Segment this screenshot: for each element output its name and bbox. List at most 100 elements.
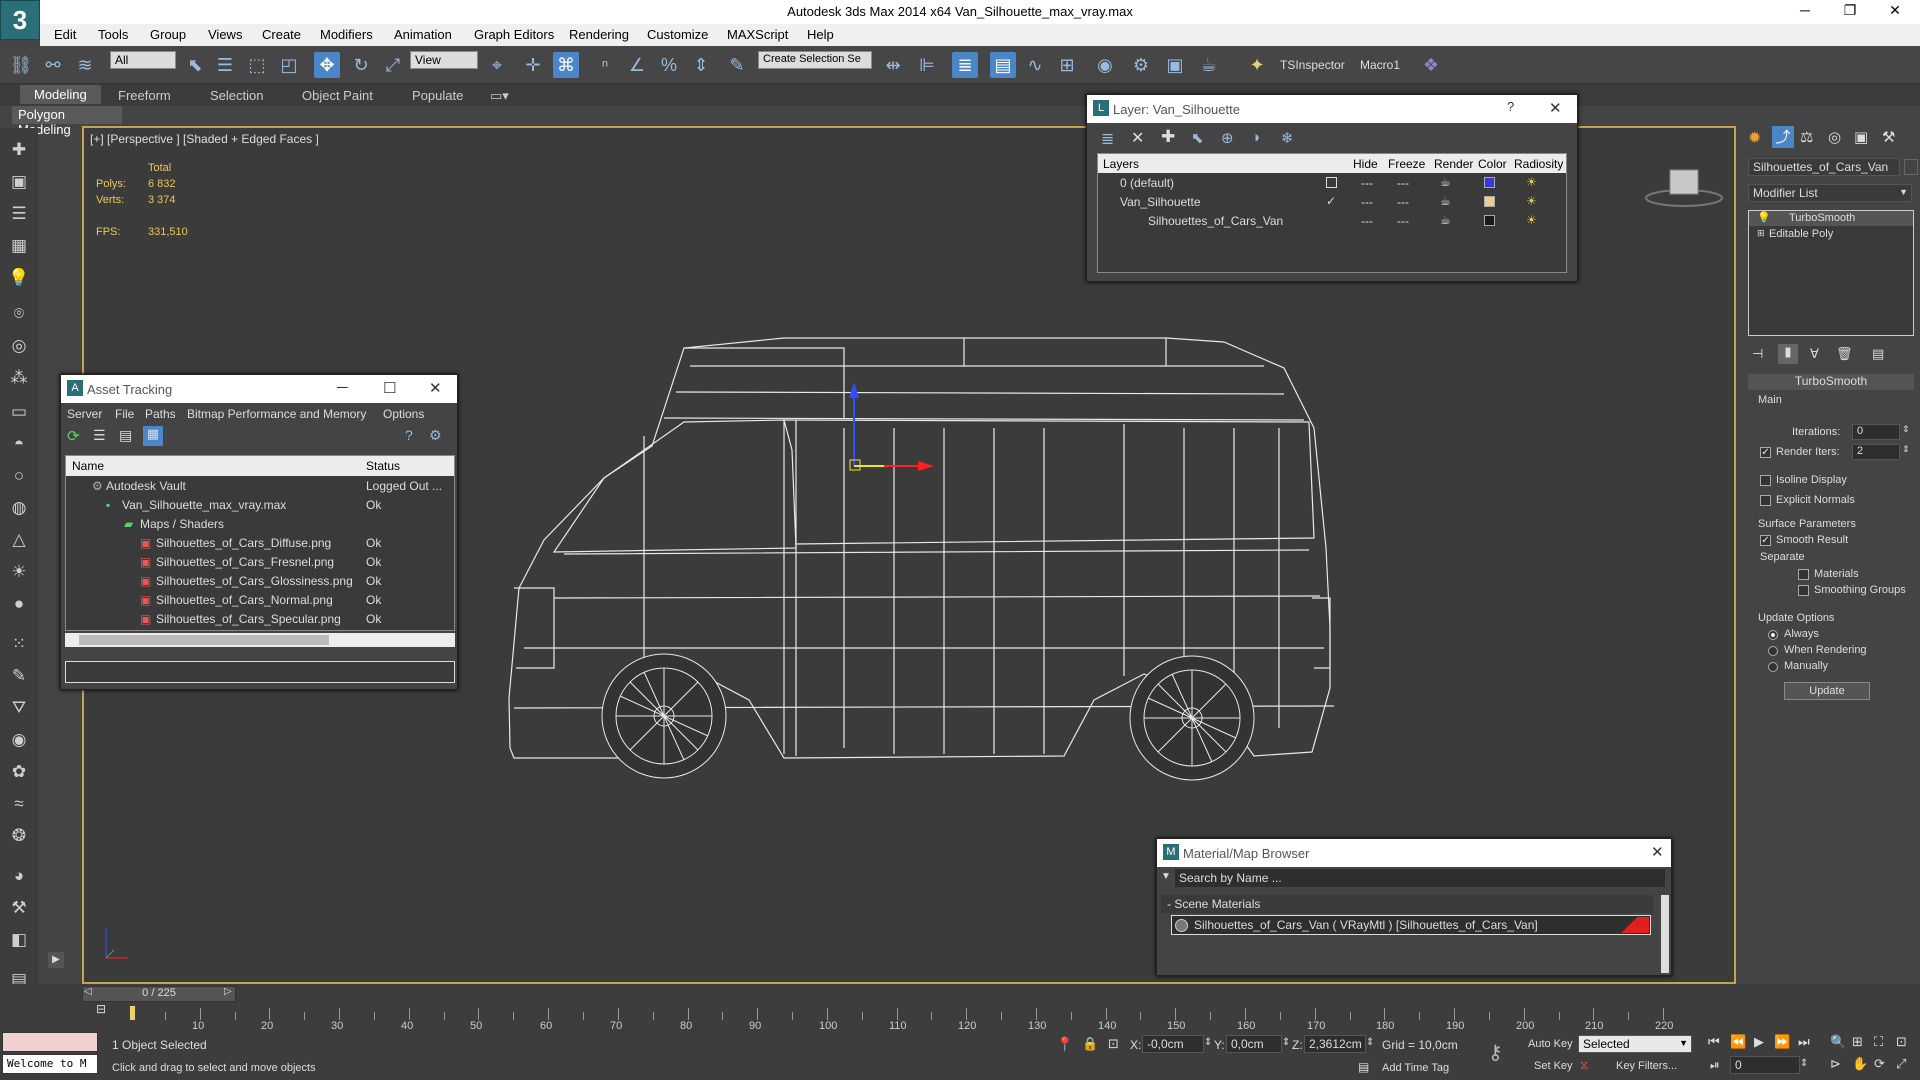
render-teapot-icon[interactable]: ☕ [1440, 213, 1451, 227]
isolate-selection-icon[interactable]: 📍 [1056, 1036, 1073, 1053]
edit-named-selection-icon[interactable]: ✎ [724, 52, 750, 78]
camera-icon[interactable]: ⌾ [6, 302, 32, 326]
menu-file[interactable]: File [115, 407, 134, 421]
reference-coordinate-dropdown[interactable]: View [410, 51, 478, 69]
timeline-track[interactable]: 10 20 30 40 50 60 70 80 90 100 110 120 130 140 150 160 1… [130, 1004, 1698, 1038]
separate-materials-checkbox[interactable] [1798, 569, 1809, 580]
field-of-view-icon[interactable]: ⊳ [1830, 1056, 1841, 1072]
layer-row[interactable]: Van_Silhouette ✓ --- --- ☕ ☀ [1098, 193, 1566, 212]
menu-edit[interactable]: Edit [54, 27, 76, 42]
render-sphere-icon[interactable]: ◕ [6, 864, 32, 888]
zoom-all-icon[interactable]: ⊞ [1852, 1034, 1863, 1050]
table-row[interactable]: ▣ Silhouettes_of_Cars_Normal.png Ok [66, 591, 454, 610]
box-icon[interactable]: ▭ [6, 400, 32, 424]
pan-icon[interactable]: ✋ [1852, 1056, 1868, 1072]
next-frame-icon[interactable]: ⏩ [1774, 1034, 1790, 1050]
menu-animation[interactable]: Animation [394, 27, 452, 42]
close-icon[interactable]: ✕ [1651, 843, 1664, 861]
show-end-result-icon[interactable]: ▮ [1778, 344, 1798, 364]
expand-toolbar-icon[interactable]: ▶ [48, 952, 64, 968]
macro-button-icon[interactable]: ❖ [1418, 52, 1444, 78]
utilities-tab-icon[interactable]: ⚒ [1882, 128, 1895, 146]
particles-icon[interactable]: ⁂ [6, 366, 32, 390]
paint-icon[interactable]: ✎ [6, 664, 32, 688]
z-coordinate-field[interactable]: 2,3612cm [1304, 1035, 1366, 1053]
globe-icon[interactable]: ◉ [6, 728, 32, 752]
tab-populate[interactable]: Populate [412, 88, 463, 103]
dot-icon[interactable]: ● [6, 592, 32, 616]
delete-layer-icon[interactable]: ✕ [1131, 128, 1144, 148]
zoom-extents-all-icon[interactable]: ⊡ [1896, 1034, 1907, 1050]
rotate-icon[interactable]: ↻ [348, 52, 374, 78]
key-mode-toggle-icon[interactable]: ⏯ [1710, 1058, 1720, 1073]
update-manually-radio[interactable] [1768, 662, 1778, 672]
sphere-icon[interactable]: ○ [6, 464, 32, 488]
update-when-rendering-radio[interactable] [1768, 646, 1778, 656]
percent-snap-icon[interactable]: % [656, 52, 682, 78]
snaps-toggle-icon[interactable]: ⁿ [592, 52, 618, 78]
menu-maxscript[interactable]: MAXScript [727, 27, 788, 42]
update-button[interactable]: Update [1784, 682, 1870, 700]
time-tag-icon[interactable]: ▤ [1358, 1060, 1369, 1074]
x-coordinate-field[interactable]: -0,0cm [1142, 1035, 1204, 1053]
key-filter-icon[interactable]: ⧖ [1580, 1058, 1588, 1073]
menu-help[interactable]: Help [807, 27, 834, 42]
unlink-icon[interactable]: ⚯ [40, 52, 66, 78]
tab-object-paint[interactable]: Object Paint [302, 88, 373, 103]
settings-icon[interactable]: ⚙ [429, 427, 442, 444]
scene-materials-header[interactable]: - Scene Materials [1161, 895, 1653, 913]
radiosity-icon[interactable]: ☀ [1526, 175, 1537, 189]
asset-path-field[interactable] [65, 661, 455, 683]
select-manipulate-icon[interactable]: ✛ [520, 52, 546, 78]
freeze-toggle[interactable]: --- [1397, 214, 1409, 228]
maxscript-listener-pink[interactable] [2, 1032, 98, 1052]
iterations-spinner[interactable]: 0 [1852, 424, 1900, 440]
layer-name[interactable]: Van_Silhouette [1120, 195, 1201, 209]
current-frame-field[interactable]: 0 [1730, 1056, 1800, 1074]
layer-row[interactable]: 0 (default) --- --- ☕ ☀ [1098, 174, 1566, 193]
minimize-icon[interactable]: ─ [337, 379, 348, 396]
table-row[interactable]: ▣ Silhouettes_of_Cars_Fresnel.png Ok [66, 553, 454, 572]
bind-spacewarp-icon[interactable]: ≋ [72, 52, 98, 78]
radiosity-icon[interactable]: ☀ [1526, 194, 1537, 208]
hide-toggle[interactable]: --- [1361, 214, 1373, 228]
render-iters-spinner[interactable]: 2 [1852, 444, 1900, 460]
expand-icon[interactable]: ⊞ [1757, 228, 1765, 239]
time-slider[interactable]: 0 / 225 [82, 986, 236, 1002]
play-icon[interactable]: ▶ [1754, 1034, 1764, 1050]
stack-item-turbosmooth[interactable]: TurboSmooth [1749, 211, 1913, 226]
material-item[interactable]: Silhouettes_of_Cars_Van ( VRayMtl ) [Sil… [1171, 915, 1651, 935]
render-iters-checkbox[interactable]: ✓ [1760, 447, 1771, 458]
schematic-view-icon[interactable]: ⊞ [1054, 52, 1080, 78]
list-icon[interactable]: ☰ [6, 202, 32, 226]
spinner-arrows-icon[interactable]: ⇕ [1282, 1037, 1290, 1048]
details-view-icon[interactable]: ▤ [119, 427, 132, 444]
window-crossing-icon[interactable]: ◰ [276, 52, 302, 78]
light-icon[interactable]: 💡 [6, 266, 32, 290]
grid-icon[interactable]: ▦ [6, 234, 32, 258]
smooth-result-checkbox[interactable]: ✓ [1760, 535, 1771, 546]
menu-modifiers[interactable]: Modifiers [320, 27, 373, 42]
app-logo-icon[interactable]: 3 [0, 0, 40, 40]
stack-item-editable-poly[interactable]: Editable Poly [1749, 227, 1913, 242]
menu-rendering[interactable]: Rendering [569, 27, 629, 42]
spinner-arrows-icon[interactable]: ⇕ [1902, 424, 1910, 435]
create-tab-icon[interactable]: ✹ [1748, 128, 1761, 148]
active-layer-box[interactable] [1326, 177, 1337, 188]
ts-inspector-label[interactable]: TSInspector [1280, 58, 1345, 72]
minimize-icon[interactable]: ─ [1785, 2, 1825, 18]
key-mode-dropdown[interactable]: Selected ▼ [1578, 1035, 1692, 1053]
spinner-arrows-icon[interactable]: ⇕ [1204, 1037, 1212, 1048]
select-in-layer-icon[interactable]: ⬉ [1191, 129, 1204, 147]
freeze-all-icon[interactable]: ❄ [1281, 129, 1294, 147]
menu-create[interactable]: Create [262, 27, 301, 42]
table-row[interactable]: ▣ Silhouettes_of_Cars_Glossiness.png Ok [66, 572, 454, 591]
torus-icon[interactable]: ◍ [6, 496, 32, 520]
ts-inspector-icon[interactable]: ✦ [1244, 52, 1270, 78]
plant-icon[interactable]: ✿ [6, 760, 32, 784]
maximize-icon[interactable]: ☐ [383, 379, 396, 397]
close-icon[interactable]: ✕ [429, 379, 442, 397]
object-name-field[interactable]: Silhouettes_of_Cars_Van [1748, 158, 1900, 176]
tab-modeling[interactable]: Modeling [20, 85, 101, 104]
menu-bitmap-performance[interactable]: Bitmap Performance and Memory [187, 407, 366, 421]
